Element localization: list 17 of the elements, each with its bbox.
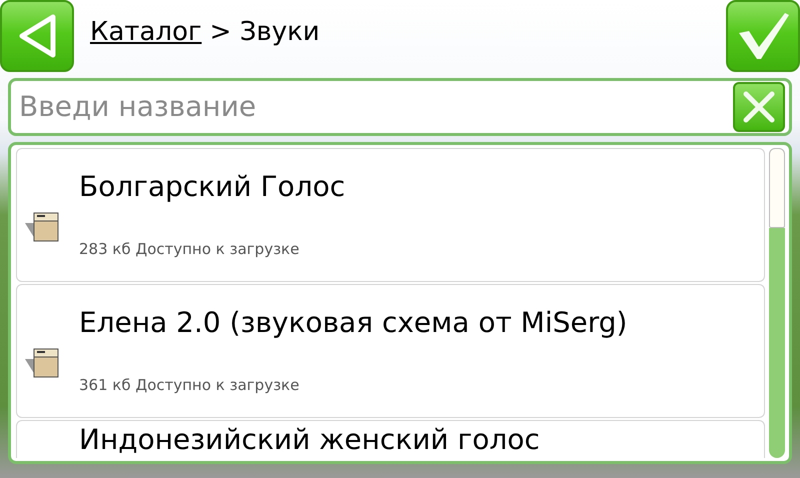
search-field[interactable]: Введи название (17, 85, 733, 129)
confirm-button[interactable] (726, 0, 800, 72)
back-arrow-icon (17, 14, 57, 58)
item-title: Индонезийский женский голос (79, 423, 540, 457)
list-item[interactable]: Индонезийский женский голос (16, 420, 765, 458)
item-title: Елена 2.0 (звуковая схема от MiSerg) (79, 306, 628, 340)
back-button[interactable] (0, 0, 74, 72)
item-details: 283 кб Доступно к загрузке (79, 238, 300, 260)
item-details: 361 кб Доступно к загрузке (79, 374, 300, 396)
breadcrumb-link[interactable]: Каталог (90, 12, 202, 52)
clear-button[interactable] (733, 82, 785, 132)
item-title: Болгарский Голос (79, 170, 346, 204)
close-icon (741, 89, 777, 125)
search-box[interactable]: Введи название (8, 78, 792, 136)
list-item[interactable]: Елена 2.0 (звуковая схема от MiSerg) 361 кб Доступно к загрузке (16, 284, 765, 418)
list-item[interactable]: Болгарский Голос 283 кб Доступно к загрузке (16, 148, 765, 282)
breadcrumb-current: > Звуки (210, 16, 320, 48)
